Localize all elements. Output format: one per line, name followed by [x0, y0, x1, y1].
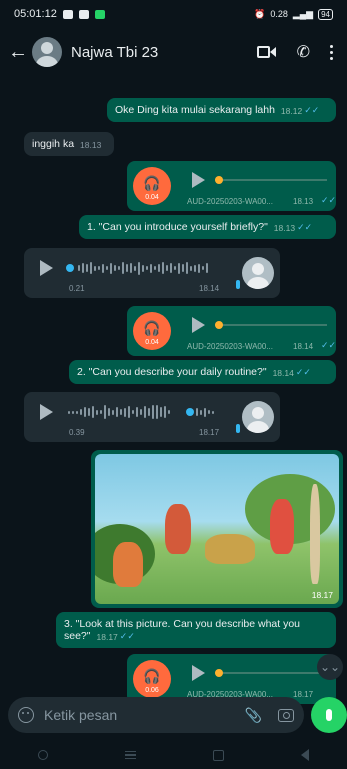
alarm-icon: ⏰	[254, 8, 266, 19]
chat-area[interactable]: Oke Ding kita mulai sekarang lahh 18.12 ✓✓…	[0, 76, 347, 704]
message-time: 18.13	[80, 140, 102, 150]
read-ticks-icon: ✓✓	[297, 222, 313, 232]
headphone-icon: 🎧 0.04	[133, 312, 171, 350]
nav-back-icon[interactable]	[300, 749, 309, 761]
message-text: 1. "Can you introduce yourself briefly?"	[87, 221, 268, 233]
audio-filename: AUD-20250203-WA00...	[187, 197, 273, 206]
message-input[interactable]: Ketik pesan	[44, 707, 245, 723]
message-time: 18.12	[280, 106, 303, 116]
audio-filename: AUD-20250203-WA00...	[187, 342, 273, 351]
read-ticks-icon: ✓✓	[321, 195, 337, 205]
video-notification-icon	[78, 9, 89, 19]
message-time: 18.14	[199, 284, 220, 293]
home-icon[interactable]	[212, 749, 224, 761]
back-icon[interactable]: ←	[8, 41, 28, 64]
message-text: Oke Ding kita mulai sekarang lahh	[115, 104, 275, 116]
progress-track[interactable]	[215, 324, 327, 326]
read-ticks-icon: ✓✓	[304, 105, 320, 115]
progress-handle[interactable]	[215, 669, 223, 677]
waveform-remaining[interactable]	[196, 404, 214, 420]
message-composer[interactable]: Ketik pesan 📎	[8, 697, 304, 733]
message-time: 18.17	[199, 428, 220, 437]
mic-icon	[236, 424, 240, 433]
video-call-icon[interactable]	[256, 45, 277, 59]
read-ticks-icon: ✓✓	[295, 367, 311, 377]
attach-icon[interactable]: 📎	[245, 707, 262, 724]
emoji-icon[interactable]	[18, 707, 34, 723]
message-time: 18.13	[293, 197, 314, 206]
play-icon[interactable]	[192, 665, 205, 681]
voice-note-duration: 0.39	[69, 428, 85, 437]
message-outgoing[interactable]: 3. "Look at this picture. Can you descri…	[56, 612, 336, 648]
message-time: 18.17	[96, 632, 118, 642]
avatar[interactable]	[32, 37, 62, 67]
scroll-down-icon[interactable]: ⌄⌄	[317, 654, 343, 680]
progress-handle[interactable]	[215, 176, 223, 184]
progress-handle[interactable]	[215, 321, 223, 329]
audio-duration: 0.06	[145, 687, 159, 694]
voice-note-duration: 0.21	[69, 284, 85, 293]
message-incoming[interactable]: inggih ka 18.13	[24, 132, 114, 156]
play-icon[interactable]	[40, 260, 53, 276]
waveform[interactable]	[78, 260, 208, 276]
camera-icon[interactable]	[278, 708, 294, 722]
facebook-icon	[62, 9, 73, 19]
read-ticks-icon: ✓✓	[119, 631, 135, 641]
progress-track[interactable]	[215, 672, 327, 674]
message-time: 18.14	[272, 368, 294, 378]
progress-track[interactable]	[215, 179, 327, 181]
menu-icon[interactable]	[330, 44, 333, 60]
recents-icon[interactable]	[125, 750, 137, 760]
shared-image[interactable]: 18.17	[95, 454, 339, 604]
sender-avatar	[242, 257, 274, 289]
network-speed: 0.28	[270, 9, 288, 19]
message-outgoing[interactable]: 1. "Can you introduce yourself briefly?"…	[79, 215, 336, 239]
assistant-icon[interactable]	[38, 750, 49, 760]
system-nav-bar	[0, 741, 347, 769]
read-ticks-icon: ✓✓	[321, 340, 337, 350]
audio-message-outgoing[interactable]: 🎧 0.04 AUD-20250203-WA00... 18.13 ✓✓	[127, 161, 336, 211]
audio-duration: 0.04	[145, 194, 159, 201]
message-text: inggih ka	[32, 138, 75, 150]
app-notification-icon	[94, 9, 105, 19]
image-message-outgoing[interactable]: 18.17	[91, 450, 343, 608]
phone-icon[interactable]: ✆	[297, 42, 310, 62]
audio-duration: 0.04	[145, 339, 159, 346]
message-time: 18.14	[293, 342, 314, 351]
mic-icon	[326, 709, 332, 721]
play-icon[interactable]	[40, 404, 53, 420]
signal-icon: ▂▄▆	[292, 8, 314, 19]
waveform[interactable]	[68, 404, 170, 420]
message-outgoing[interactable]: Oke Ding kita mulai sekarang lahh 18.12 ✓✓	[107, 98, 336, 122]
play-icon[interactable]	[192, 172, 205, 188]
status-time: 05:01:12	[14, 8, 57, 20]
headphone-icon: 🎧 0.06	[133, 660, 171, 698]
message-time: 18.17	[293, 690, 314, 699]
headphone-icon: 🎧 0.04	[133, 167, 171, 205]
battery-indicator: 94	[318, 8, 333, 20]
contact-name[interactable]: Najwa Tbi 23	[71, 44, 158, 61]
play-icon[interactable]	[192, 317, 205, 333]
status-bar: 05:01:12 ⏰ 0.28 ▂▄▆ 94	[0, 0, 347, 28]
audio-message-outgoing[interactable]: 🎧 0.04 AUD-20250203-WA00... 18.14 ✓✓	[127, 306, 336, 356]
message-time: 18.17	[311, 590, 333, 600]
sender-avatar	[242, 401, 274, 433]
voice-record-button[interactable]	[311, 697, 347, 733]
mic-icon	[236, 280, 240, 289]
message-time: 18.13	[273, 223, 296, 233]
voice-note-incoming[interactable]: 0.21 18.14	[24, 248, 280, 298]
voice-note-incoming[interactable]: 0.39 18.17	[24, 392, 280, 442]
message-outgoing[interactable]: 2. "Can you describe your daily routine?…	[69, 360, 336, 384]
progress-handle[interactable]	[66, 264, 74, 272]
progress-handle[interactable]	[186, 408, 194, 416]
chat-header: ← Najwa Tbi 23 ✆	[0, 30, 347, 74]
message-text: 2. "Can you describe your daily routine?…	[77, 366, 267, 378]
